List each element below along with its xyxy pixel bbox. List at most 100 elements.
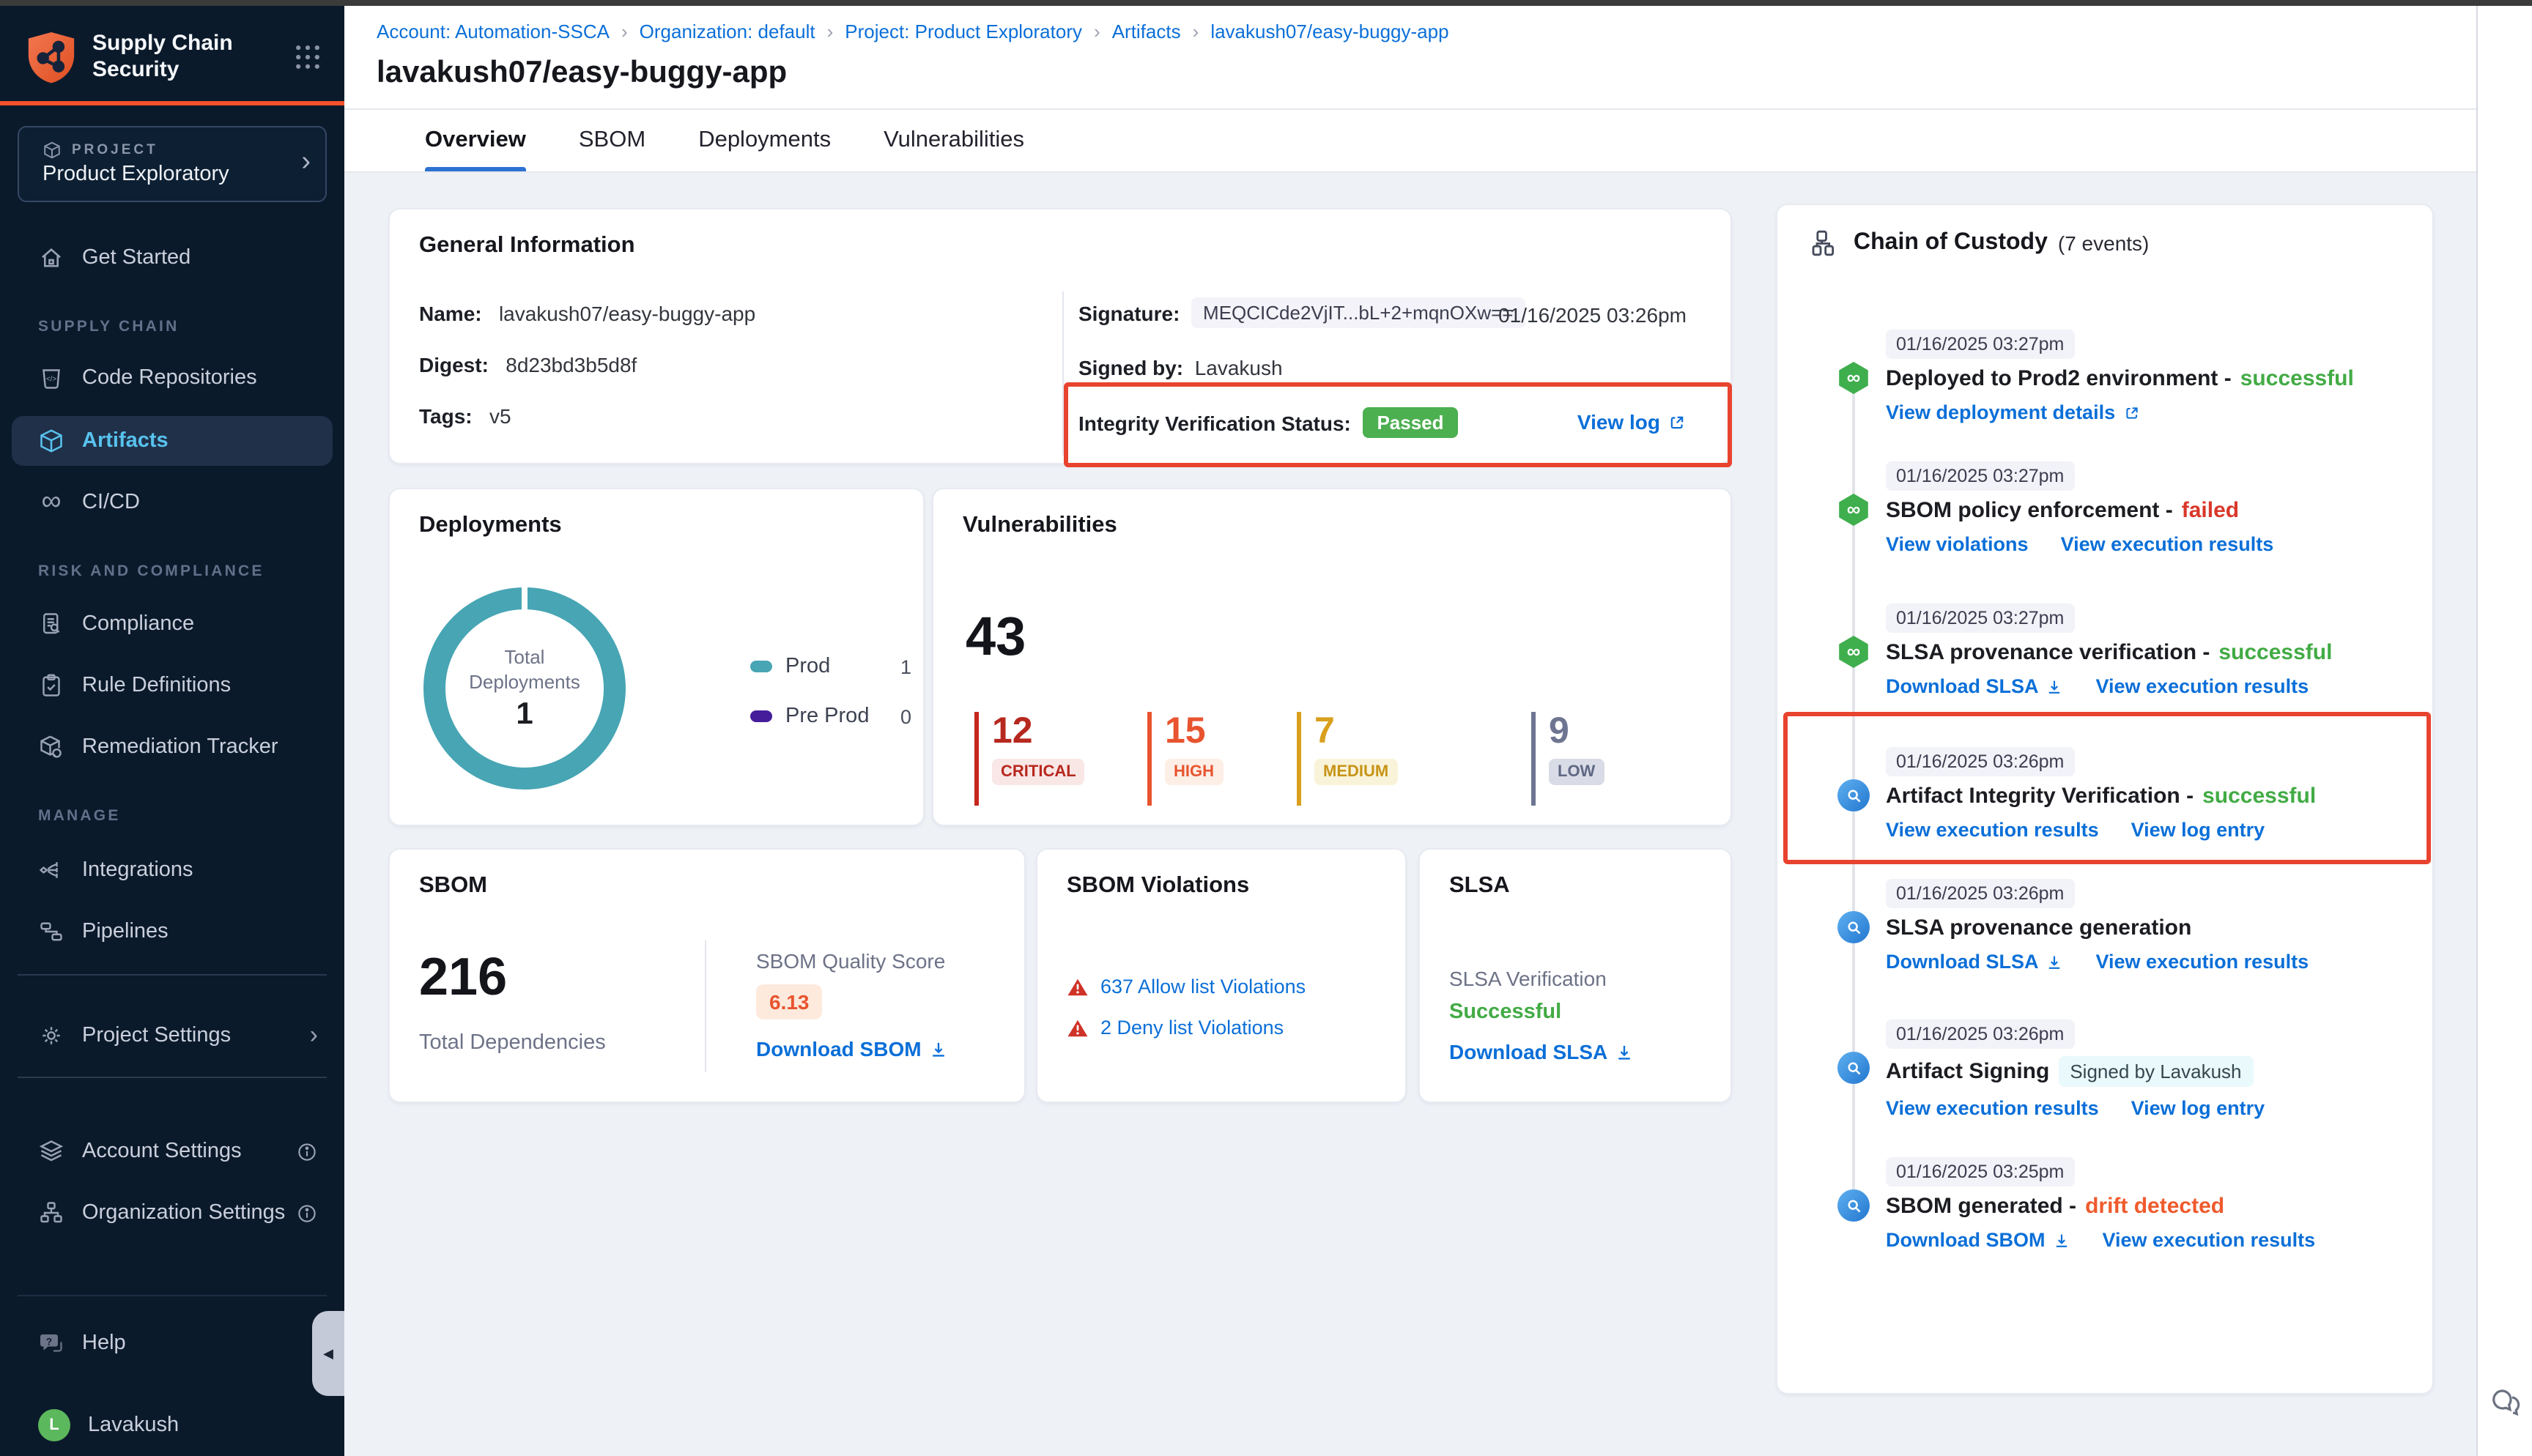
deny-list-violations-link[interactable]: 2 Deny list Violations: [1100, 1017, 1284, 1039]
download-sbom-link[interactable]: Download SBOM: [756, 1037, 948, 1061]
artifact-scan-icon: [1837, 911, 1870, 943]
view-log-entry-link[interactable]: View log entry: [2131, 1097, 2265, 1119]
view-execution-results-link[interactable]: View execution results: [2061, 533, 2274, 555]
tags-row: Tags: v5: [419, 404, 511, 428]
breadcrumb-organization[interactable]: Organization: default: [640, 21, 815, 42]
pre-prod-legend-swatch: [750, 710, 772, 722]
sidebar-item-cicd[interactable]: ∞ CI/CD: [0, 478, 344, 527]
tab-deployments[interactable]: Deployments: [698, 110, 831, 171]
total-deployments-value: 1: [516, 697, 533, 732]
slsa-card: SLSA SLSA Verification Successful Downlo…: [1418, 848, 1732, 1103]
breadcrumb-account[interactable]: Account: Automation-SSCA: [377, 21, 610, 42]
view-execution-results-link[interactable]: View execution results: [1886, 819, 2099, 841]
org-chart-icon: [38, 1200, 64, 1226]
sidebar-item-remediation-tracker[interactable]: Remediation Tracker: [0, 722, 344, 772]
event-status: successful: [2240, 366, 2354, 391]
tab-vulnerabilities[interactable]: Vulnerabilities: [884, 110, 1024, 171]
warning-triangle-icon: [1067, 976, 1089, 997]
sidebar-item-artifacts[interactable]: Artifacts: [12, 416, 333, 466]
view-deployment-details-link[interactable]: View deployment details: [1886, 401, 2140, 423]
help-chat-widget[interactable]: [2488, 1384, 2523, 1419]
download-sbom-link[interactable]: Download SBOM: [1886, 1229, 2070, 1251]
tab-overview[interactable]: Overview: [425, 110, 526, 171]
section-label-supply-chain: SUPPLY CHAIN: [38, 318, 179, 335]
chain-of-custody-icon: [1810, 229, 1839, 258]
chain-of-custody-header: Chain of Custody (7 events): [1810, 229, 2149, 258]
breadcrumb-artifacts[interactable]: Artifacts: [1112, 21, 1181, 42]
event-title: SLSA provenance generation: [1886, 915, 2191, 940]
help-chat-icon: ?: [38, 1330, 64, 1356]
sidebar-item-organization-settings[interactable]: Organization Settings: [0, 1188, 344, 1238]
sidebar-footer-divider: [18, 1295, 327, 1296]
sidebar-item-rule-definitions[interactable]: Rule Definitions: [0, 661, 344, 710]
download-slsa-link[interactable]: Download SLSA: [1886, 951, 2064, 973]
sidebar-divider: [18, 974, 327, 976]
accent-divider: [0, 101, 344, 105]
event-title: Deployed to Prod2 environment -: [1886, 366, 2232, 391]
section-label-risk: RISK AND COMPLIANCE: [38, 562, 264, 580]
card-title: SLSA: [1449, 873, 1510, 899]
user-menu[interactable]: L Lavakush: [0, 1400, 344, 1450]
pipeline-hexagon-icon: ∞: [1837, 362, 1870, 394]
vertical-divider: [705, 940, 706, 1072]
chain-event-deployed-prod2: ∞ 01/16/2025 03:27pm Deployed to Prod2 e…: [1777, 330, 2432, 423]
event-timestamp: 01/16/2025 03:26pm: [1886, 747, 2074, 776]
donut-gap: [522, 584, 528, 609]
vulnerabilities-total: 43: [966, 606, 1026, 668]
sidebar-collapse-handle[interactable]: ◀: [312, 1311, 344, 1396]
download-icon: [929, 1039, 948, 1058]
vulnerabilities-card: Vulnerabilities 43 12 CRITICAL 15 HIGH 7…: [932, 488, 1732, 826]
tab-sbom[interactable]: SBOM: [579, 110, 645, 171]
chevron-right-icon: ›: [310, 1021, 318, 1050]
breadcrumb-separator: ›: [1193, 21, 1199, 42]
view-log-entry-link[interactable]: View log entry: [2131, 819, 2265, 841]
event-timestamp: 01/16/2025 03:26pm: [1886, 879, 2074, 908]
card-title: SBOM: [419, 873, 487, 899]
event-title: SLSA provenance verification -: [1886, 640, 2210, 665]
sidebar-item-label: Pipelines: [82, 920, 169, 943]
pipeline-hexagon-icon: ∞: [1837, 494, 1870, 526]
allow-list-violations-link[interactable]: 637 Allow list Violations: [1100, 976, 1306, 998]
code-repository-icon: </>: [38, 365, 64, 391]
layers-icon: [38, 1138, 64, 1165]
breadcrumb-project[interactable]: Project: Product Exploratory: [845, 21, 1082, 42]
severity-critical: 12 CRITICAL: [974, 712, 1085, 806]
sidebar-item-integrations[interactable]: Integrations: [0, 845, 344, 895]
project-label: PROJECT: [72, 142, 158, 158]
download-slsa-link[interactable]: Download SLSA: [1449, 1040, 1634, 1063]
event-timestamp: 01/16/2025 03:27pm: [1886, 330, 2074, 359]
info-icon: [296, 1140, 318, 1162]
module-grid-icon[interactable]: [292, 41, 324, 73]
view-execution-results-link[interactable]: View execution results: [2096, 951, 2309, 973]
breadcrumb-current[interactable]: lavakush07/easy-buggy-app: [1210, 21, 1448, 42]
home-icon: [38, 245, 64, 271]
event-status: successful: [2218, 640, 2332, 665]
signature-value[interactable]: MEQCICde2VjIT...bL+2+mqnOXw==: [1191, 297, 1525, 328]
deployments-card: Deployments Total Deployments 1 Prod 1 P…: [388, 488, 925, 826]
sidebar-item-help[interactable]: ? Help: [0, 1318, 344, 1368]
sbom-total: 216: [419, 946, 507, 1008]
app-logo[interactable]: Supply Chain Security: [26, 29, 233, 85]
chain-event-sbom-policy: ∞ 01/16/2025 03:27pm SBOM policy enforce…: [1777, 461, 2432, 555]
download-slsa-link[interactable]: Download SLSA: [1886, 675, 2064, 697]
project-selector[interactable]: PROJECT Product Exploratory ›: [18, 126, 327, 202]
sidebar-item-compliance[interactable]: Compliance: [0, 599, 344, 649]
sidebar-item-account-settings[interactable]: Account Settings: [0, 1126, 344, 1176]
sidebar-item-pipelines[interactable]: Pipelines: [0, 907, 344, 957]
sidebar-item-code-repositories[interactable]: </> Code Repositories: [0, 353, 344, 403]
event-title: SBOM generated -: [1886, 1194, 2076, 1219]
chain-event-slsa-generation: 01/16/2025 03:26pm SLSA provenance gener…: [1777, 879, 2432, 973]
sidebar-item-get-started[interactable]: Get Started: [0, 233, 344, 283]
sidebar-item-label: Help: [82, 1331, 126, 1355]
slsa-verification-label: SLSA Verification: [1449, 967, 1607, 990]
view-violations-link[interactable]: View violations: [1886, 533, 2029, 555]
view-log-link[interactable]: View log: [1577, 410, 1687, 434]
sidebar-item-project-settings[interactable]: Project Settings ›: [0, 1011, 344, 1061]
project-name: Product Exploratory: [42, 163, 229, 186]
view-execution-results-link[interactable]: View execution results: [2103, 1229, 2316, 1251]
breadcrumb-separator: ›: [621, 21, 628, 42]
view-execution-results-link[interactable]: View execution results: [2096, 675, 2309, 697]
event-title: Artifact Signing: [1886, 1059, 2049, 1084]
legend-item-pre-prod: Pre Prod 0: [750, 705, 911, 728]
view-execution-results-link[interactable]: View execution results: [1886, 1097, 2099, 1119]
